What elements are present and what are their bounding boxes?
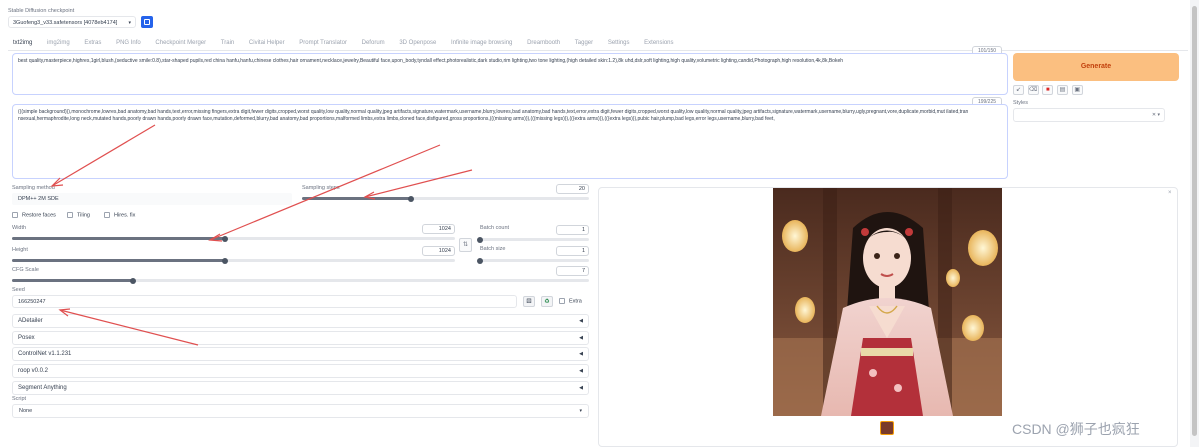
annotation-arrow: [364, 169, 473, 198]
annotation-arrow: [51, 124, 156, 187]
annotation-arrow: [209, 144, 441, 241]
annotation-arrows: [50, 124, 473, 346]
annotation-arrow: [59, 309, 199, 346]
arrowhead: [50, 177, 64, 187]
